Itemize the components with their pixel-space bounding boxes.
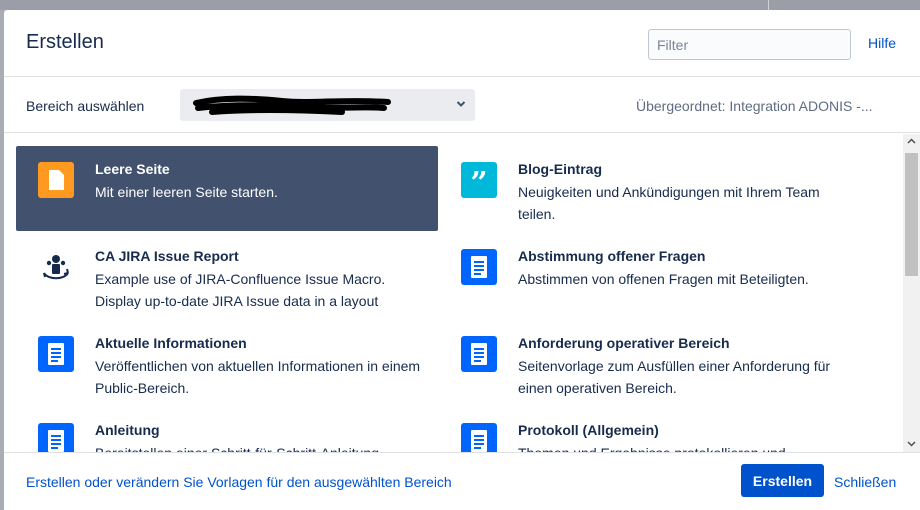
backdrop-divider bbox=[768, 0, 769, 10]
template-title: Aktuelle Informationen bbox=[95, 335, 247, 351]
template-description: Veröffentlichen von aktuellen Informatio… bbox=[95, 358, 421, 396]
template-title: Anforderung operativer Bereich bbox=[518, 335, 730, 351]
scrollbar-thumb[interactable] bbox=[905, 153, 918, 276]
create-button[interactable]: Erstellen bbox=[741, 464, 824, 497]
quote-icon: ” bbox=[461, 162, 497, 198]
template-list: Leere Seite Mit einer leeren Seite start… bbox=[4, 134, 920, 452]
template-blog-post[interactable]: ” Blog-Eintrag Neuigkeiten und Ankündigu… bbox=[439, 146, 861, 231]
template-title: CA JIRA Issue Report bbox=[95, 248, 239, 264]
template-title: Anleitung bbox=[95, 422, 160, 438]
chevron-down-icon bbox=[456, 101, 466, 107]
template-title: Leere Seite bbox=[95, 161, 170, 177]
dialog-footer: Erstellen oder verändern Sie Vorlagen fü… bbox=[4, 452, 920, 510]
template-description: Themen und Ergebnisse protokollieren und bbox=[518, 442, 853, 452]
manage-templates-link[interactable]: Erstellen oder verändern Sie Vorlagen fü… bbox=[26, 474, 452, 490]
document-icon bbox=[38, 423, 74, 452]
dialog-header: Erstellen Hilfe bbox=[4, 10, 920, 77]
redaction-scribble bbox=[193, 95, 391, 115]
template-description: Mit einer leeren Seite starten. bbox=[95, 184, 278, 200]
scroll-down-arrow-icon[interactable] bbox=[907, 441, 916, 447]
document-icon bbox=[461, 423, 497, 452]
issue-report-icon bbox=[43, 255, 69, 280]
filter-input[interactable] bbox=[648, 29, 851, 60]
template-list-scrollbar[interactable] bbox=[903, 134, 920, 452]
template-description: Neuigkeiten und Ankündigungen mit Ihrem … bbox=[518, 184, 820, 222]
document-icon bbox=[38, 336, 74, 372]
space-select[interactable] bbox=[180, 89, 475, 121]
template-title: Blog-Eintrag bbox=[518, 161, 602, 177]
template-description: Example use of JIRA-Confluence Issue Mac… bbox=[95, 271, 386, 309]
space-select-label: Bereich auswählen bbox=[26, 98, 145, 114]
template-minutes-general[interactable]: Protokoll (Allgemein) Themen und Ergebni… bbox=[439, 407, 861, 452]
close-link[interactable]: Schließen bbox=[834, 474, 896, 490]
page-backdrop bbox=[0, 0, 920, 10]
svg-text:”: ” bbox=[470, 166, 487, 198]
template-description: Abstimmen von offenen Fragen mit Beteili… bbox=[518, 271, 809, 287]
parent-page-info: Übergeordnet: Integration ADONIS -... bbox=[636, 98, 873, 114]
create-dialog: Erstellen Hilfe Bereich auswählen Überge… bbox=[4, 10, 920, 510]
template-current-information[interactable]: Aktuelle Informationen Veröffentlichen v… bbox=[16, 320, 438, 405]
blank-page-icon bbox=[38, 162, 74, 198]
dialog-title: Erstellen bbox=[26, 31, 104, 53]
template-description: Bereitstellen einer Schritt-für-Schritt-… bbox=[95, 442, 430, 452]
template-jira-issue-report[interactable]: CA JIRA Issue Report Example use of JIRA… bbox=[16, 233, 438, 318]
document-icon bbox=[461, 249, 497, 285]
template-operational-request[interactable]: Anforderung operativer Bereich Seitenvor… bbox=[439, 320, 861, 405]
template-title: Abstimmung offener Fragen bbox=[518, 248, 706, 264]
template-title: Protokoll (Allgemein) bbox=[518, 422, 659, 438]
space-selector-bar: Bereich auswählen Übergeordnet: Integrat… bbox=[4, 77, 920, 133]
template-open-questions[interactable]: Abstimmung offener Fragen Abstimmen von … bbox=[439, 233, 861, 318]
scroll-up-arrow-icon[interactable] bbox=[907, 138, 916, 144]
document-icon bbox=[461, 336, 497, 372]
template-blank-page[interactable]: Leere Seite Mit einer leeren Seite start… bbox=[16, 146, 438, 231]
template-description: Seitenvorlage zum Ausfüllen einer Anford… bbox=[518, 358, 831, 396]
help-link[interactable]: Hilfe bbox=[868, 35, 896, 51]
template-guide[interactable]: Anleitung Bereitstellen einer Schritt-fü… bbox=[16, 407, 438, 452]
